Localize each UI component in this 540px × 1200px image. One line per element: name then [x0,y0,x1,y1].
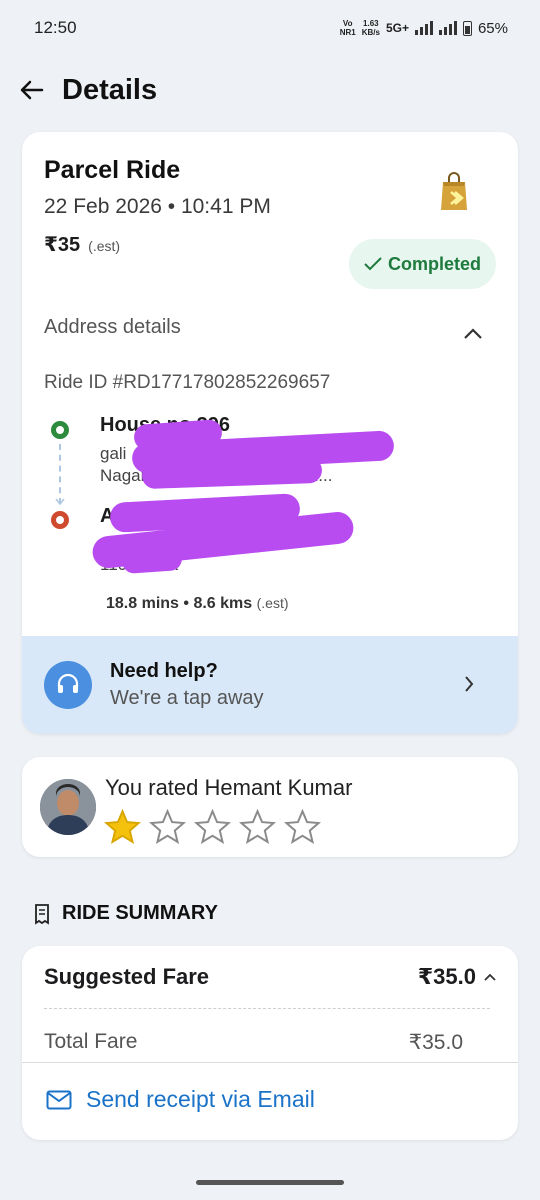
headset-icon [44,661,92,709]
home-indicator[interactable] [196,1180,344,1185]
suggested-fare-value-wrap: ₹35.0 [418,964,496,990]
battery-icon [462,20,472,36]
status-time: 12:50 [34,18,77,37]
suggested-fare-label: Suggested Fare [44,964,210,989]
dashed-divider [44,1008,490,1009]
network-speed: 1.63 KB/s [361,19,380,37]
route-connector [59,444,61,504]
address-heading: Address details [44,316,181,338]
ride-id: Ride ID #RD17717802852269657 [44,372,331,393]
total-fare-value: ₹35.0 [408,1031,463,1054]
signal-icon-2 [438,21,457,35]
fare-row: ₹35 (.est) [44,232,120,257]
ride-summary-heading: RIDE SUMMARY [32,902,218,925]
suggested-fare-row[interactable]: Suggested Fare ₹35.0 [44,964,496,990]
volte-indicator: Vo NR1 [339,19,356,37]
need-help-row[interactable]: Need help? We're a tap away [22,636,518,734]
signal-icon [414,21,433,35]
driver-avatar [40,779,96,835]
star-empty-icon[interactable] [284,809,321,844]
receipt-icon [35,903,49,925]
fare-amount: ₹35 [44,234,81,256]
status-text: Completed [387,253,481,274]
check-icon [364,257,382,271]
parcel-bag-icon [441,172,467,210]
status-icons: Vo NR1 1.63 KB/s 5G+ 65% [340,19,508,37]
ride-type: Parcel Ride [44,156,181,184]
redaction-mark [121,545,183,575]
ride-datetime: 22 Feb 2026 • 10:41 PM [44,195,271,218]
arrow-down-icon [55,498,65,506]
help-title: Need help? [110,660,218,682]
status-bar: 12:50 Vo NR1 1.63 KB/s 5G+ 65% [0,0,540,56]
pickup-marker-icon [51,421,69,439]
net-type: 5G+ [385,21,409,35]
suggested-fare-value: ₹35.0 [417,964,476,989]
send-receipt-button[interactable]: Send receipt via Email [46,1086,315,1113]
page-title: Details [62,73,158,106]
trip-duration: 18.8 mins [106,595,179,612]
ride-summary-card: Suggested Fare ₹35.0 Total Fare ₹35.0 Se… [22,946,518,1140]
mail-icon [46,1090,72,1109]
divider [22,1062,518,1063]
ride-details-card: Parcel Ride 22 Feb 2026 • 10:41 PM ₹35 (… [22,132,518,734]
chevron-up-icon [484,973,496,981]
trip-meta: 18.8 mins • 8.6 kms (.est) [106,595,289,612]
status-badge: Completed [349,239,496,289]
app-header: Details [0,60,540,120]
fare-est-note: (.est) [88,238,121,254]
ride-summary-title: RIDE SUMMARY [62,902,218,924]
star-empty-icon[interactable] [194,809,231,844]
trip-distance: 8.6 kms [193,595,253,612]
help-text: Need help? We're a tap away [110,660,264,710]
trip-est-note: (.est) [256,595,289,611]
total-fare-row: Total Fare ₹35.0 [44,1030,463,1055]
star-empty-icon[interactable] [239,809,276,844]
star-empty-icon[interactable] [149,809,186,844]
back-button[interactable] [2,60,62,120]
total-fare-label: Total Fare [44,1030,138,1053]
chevron-up-icon[interactable] [464,328,482,339]
star-filled-icon[interactable] [104,809,141,844]
arrow-left-icon [20,80,44,100]
star-rating [104,809,321,844]
chevron-right-icon [465,676,474,692]
help-subtitle: We're a tap away [110,687,264,709]
send-receipt-label: Send receipt via Email [86,1086,315,1112]
rating-text: You rated Hemant Kumar [105,775,353,800]
drop-marker-icon [51,511,69,529]
battery-percent: 65% [477,19,508,37]
rating-card: You rated Hemant Kumar [22,757,518,857]
